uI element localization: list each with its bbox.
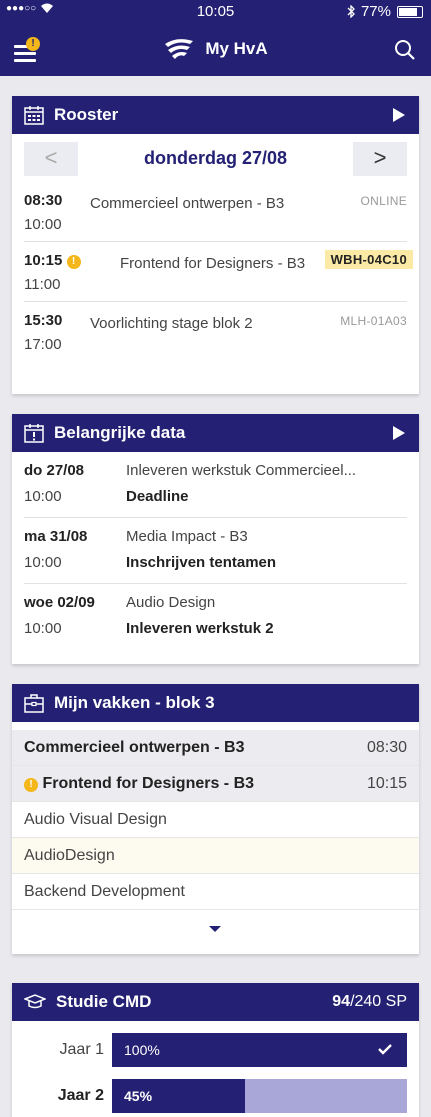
studie-card: Studie CMD 94/240 SP Jaar 1 100% Jaar 2 … bbox=[12, 983, 419, 1117]
alert-icon: ! bbox=[24, 777, 38, 792]
rooster-title: Rooster bbox=[54, 105, 119, 124]
schedule-row[interactable]: 15:30 17:00 Voorlichting stage blok 2 ML… bbox=[24, 302, 407, 362]
year-progress-bar: 100% bbox=[112, 1033, 407, 1067]
course-item-name: Audio Visual Design bbox=[24, 810, 167, 828]
deadline-day: do 27/08 bbox=[24, 462, 85, 479]
belangrijke-data-header[interactable]: Belangrijke data bbox=[12, 414, 419, 452]
schedule-row[interactable]: 10:15 ! 11:00 Frontend for Designers - B… bbox=[24, 242, 413, 302]
year-label: Jaar 2 bbox=[57, 1087, 104, 1104]
deadline-course: Audio Design bbox=[126, 594, 216, 611]
calendar-alert-icon bbox=[24, 424, 44, 443]
deadline-row[interactable]: ma 31/08 10:00 Media Impact - B3 Inschri… bbox=[24, 518, 407, 584]
chevron-down-icon bbox=[209, 926, 221, 932]
study-points: 94/240 SP bbox=[332, 993, 407, 1011]
mijn-vakken-card: Mijn vakken - blok 3 Commercieel ontwerp… bbox=[12, 684, 419, 954]
room-label: ONLINE bbox=[360, 194, 407, 208]
course-item[interactable]: Audio Visual Design bbox=[12, 802, 419, 838]
battery-icon bbox=[397, 5, 423, 18]
end-time: 17:00 bbox=[24, 336, 62, 353]
studie-header: Studie CMD 94/240 SP bbox=[12, 983, 419, 1021]
course-item-name: AudioDesign bbox=[24, 846, 115, 864]
course-name: Frontend for Designers - B3 bbox=[120, 255, 306, 272]
belangrijke-data-card: Belangrijke data do 27/08 10:00 Inlevere… bbox=[12, 414, 419, 664]
belangrijke-data-title: Belangrijke data bbox=[54, 423, 186, 442]
start-time: 10:15 ! bbox=[24, 252, 81, 269]
app-header: ! My HvA bbox=[0, 24, 431, 76]
deadline-time: 10:00 bbox=[24, 488, 62, 505]
start-time: 08:30 bbox=[24, 192, 63, 209]
alert-icon: ! bbox=[66, 255, 81, 269]
year-progress-bar: 45% bbox=[112, 1079, 407, 1113]
day-navigator: < donderdag 27/08 > bbox=[12, 134, 419, 178]
course-name: Voorlichting stage blok 2 bbox=[90, 315, 253, 332]
course-item[interactable]: ! Frontend for Designers - B3 10:15 bbox=[12, 766, 419, 802]
rooster-header[interactable]: Rooster bbox=[12, 96, 419, 134]
calendar-icon bbox=[24, 106, 44, 125]
mijn-vakken-title: Mijn vakken - blok 3 bbox=[54, 693, 215, 712]
play-icon[interactable] bbox=[393, 108, 405, 122]
deadline-course: Media Impact - B3 bbox=[126, 528, 248, 545]
room-label: WBH-04C10 bbox=[324, 250, 413, 269]
year-progress-row: Jaar 2 45% bbox=[12, 1079, 419, 1113]
study-points-total: /240 SP bbox=[350, 993, 407, 1010]
bluetooth-icon bbox=[347, 5, 355, 18]
course-item-time: 10:15 bbox=[366, 774, 407, 792]
deadline-day: woe 02/09 bbox=[24, 594, 95, 611]
course-item-name: Commercieel ontwerpen - B3 bbox=[24, 738, 245, 756]
deadline-type: Inleveren werkstuk 2 bbox=[126, 620, 274, 637]
year-percentage: 45% bbox=[124, 1088, 153, 1104]
play-icon[interactable] bbox=[393, 426, 405, 440]
course-item-name-text: Frontend for Designers - B3 bbox=[42, 774, 255, 792]
room-label: MLH-01A03 bbox=[340, 314, 407, 328]
course-item-name: Backend Development bbox=[24, 882, 185, 900]
course-item[interactable]: Backend Development bbox=[12, 874, 419, 910]
search-icon bbox=[395, 40, 415, 60]
start-time-value: 10:15 bbox=[24, 252, 63, 269]
show-more-button[interactable] bbox=[12, 910, 419, 950]
course-name: Commercieel ontwerpen - B3 bbox=[90, 195, 285, 212]
year-progress-row: Jaar 1 100% bbox=[12, 1033, 419, 1067]
course-item-time: 08:30 bbox=[366, 738, 407, 756]
course-item[interactable]: AudioDesign bbox=[12, 838, 419, 874]
deadline-type: Deadline bbox=[126, 488, 189, 505]
deadline-day: ma 31/08 bbox=[24, 528, 88, 545]
mijn-vakken-header: Mijn vakken - blok 3 bbox=[12, 684, 419, 722]
deadline-type: Inschrijven tentamen bbox=[126, 554, 277, 571]
search-button[interactable] bbox=[393, 38, 417, 62]
deadline-row[interactable]: do 27/08 10:00 Inleveren werkstuk Commer… bbox=[24, 452, 407, 518]
briefcase-icon bbox=[24, 694, 44, 713]
next-day-button[interactable]: > bbox=[353, 142, 407, 176]
brand: My HvA bbox=[0, 38, 431, 60]
year-percentage: 100% bbox=[124, 1042, 160, 1058]
course-item-name: ! Frontend for Designers - B3 bbox=[24, 775, 254, 793]
start-time: 15:30 bbox=[24, 312, 63, 329]
schedule-row[interactable]: 08:30 10:00 Commercieel ontwerpen - B3 O… bbox=[24, 182, 407, 242]
end-time: 10:00 bbox=[24, 216, 62, 233]
deadline-course: Inleveren werkstuk Commercieel... bbox=[126, 462, 357, 479]
graduation-cap-icon bbox=[24, 994, 46, 1009]
studie-title: Studie CMD bbox=[56, 992, 152, 1011]
deadline-time: 10:00 bbox=[24, 620, 62, 637]
rooster-card: Rooster < donderdag 27/08 > 08:30 10:00 … bbox=[12, 96, 419, 394]
check-icon bbox=[378, 1044, 392, 1055]
battery-percentage: 77% bbox=[360, 3, 391, 20]
status-bar: ●●●○○ 10:05 77% bbox=[0, 0, 431, 24]
course-item[interactable]: Commercieel ontwerpen - B3 08:30 bbox=[12, 730, 419, 766]
end-time: 11:00 bbox=[24, 276, 61, 293]
app-title: My HvA bbox=[205, 39, 268, 58]
year-label: Jaar 1 bbox=[59, 1041, 104, 1058]
hva-logo-icon bbox=[165, 39, 194, 59]
deadline-time: 10:00 bbox=[24, 554, 62, 571]
deadline-row[interactable]: woe 02/09 10:00 Audio Design Inleveren w… bbox=[24, 584, 407, 650]
study-points-earned: 94 bbox=[332, 993, 351, 1010]
